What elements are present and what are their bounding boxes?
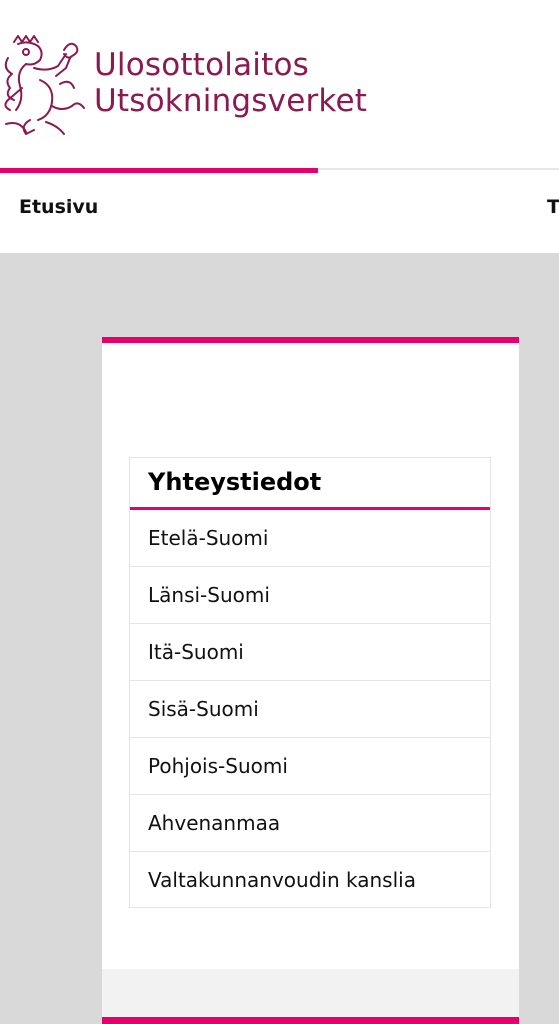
contact-link-valtakunnanvoudin-kanslia[interactable]: Valtakunnanvoudin kanslia (130, 852, 490, 907)
nav-item-next[interactable]: T (547, 196, 559, 218)
lion-emblem-icon (4, 35, 85, 135)
nav-active-indicator (0, 168, 318, 173)
site-header: Ulosottolaitos Utsökningsverket (0, 0, 559, 168)
contact-link-ahvenanmaa[interactable]: Ahvenanmaa (130, 795, 490, 852)
logo-wordmark: Ulosottolaitos Utsökningsverket (94, 47, 367, 119)
card-footer (102, 969, 519, 1024)
home-logo-link[interactable]: Ulosottolaitos Utsökningsverket (0, 28, 367, 138)
contact-link-ita-suomi[interactable]: Itä-Suomi (130, 624, 490, 681)
contact-link-sisa-suomi[interactable]: Sisä-Suomi (130, 681, 490, 738)
contact-link-pohjois-suomi[interactable]: Pohjois-Suomi (130, 738, 490, 795)
next-card-top-border (102, 1017, 519, 1024)
main-navigation: Etusivu T (0, 168, 559, 253)
contact-link-etela-suomi[interactable]: Etelä-Suomi (130, 510, 490, 567)
nav-item-etusivu[interactable]: Etusivu (19, 196, 98, 218)
contacts-title: Yhteystiedot (130, 458, 490, 510)
contacts-box: Yhteystiedot Etelä-Suomi Länsi-Suomi Itä… (129, 457, 491, 908)
main-content: Yhteystiedot Etelä-Suomi Länsi-Suomi Itä… (0, 253, 559, 1024)
content-card: Yhteystiedot Etelä-Suomi Länsi-Suomi Itä… (102, 337, 519, 1024)
logo-line-finnish: Ulosottolaitos (94, 47, 309, 83)
logo-line-swedish: Utsökningsverket (94, 83, 368, 119)
contact-link-lansi-suomi[interactable]: Länsi-Suomi (130, 567, 490, 624)
